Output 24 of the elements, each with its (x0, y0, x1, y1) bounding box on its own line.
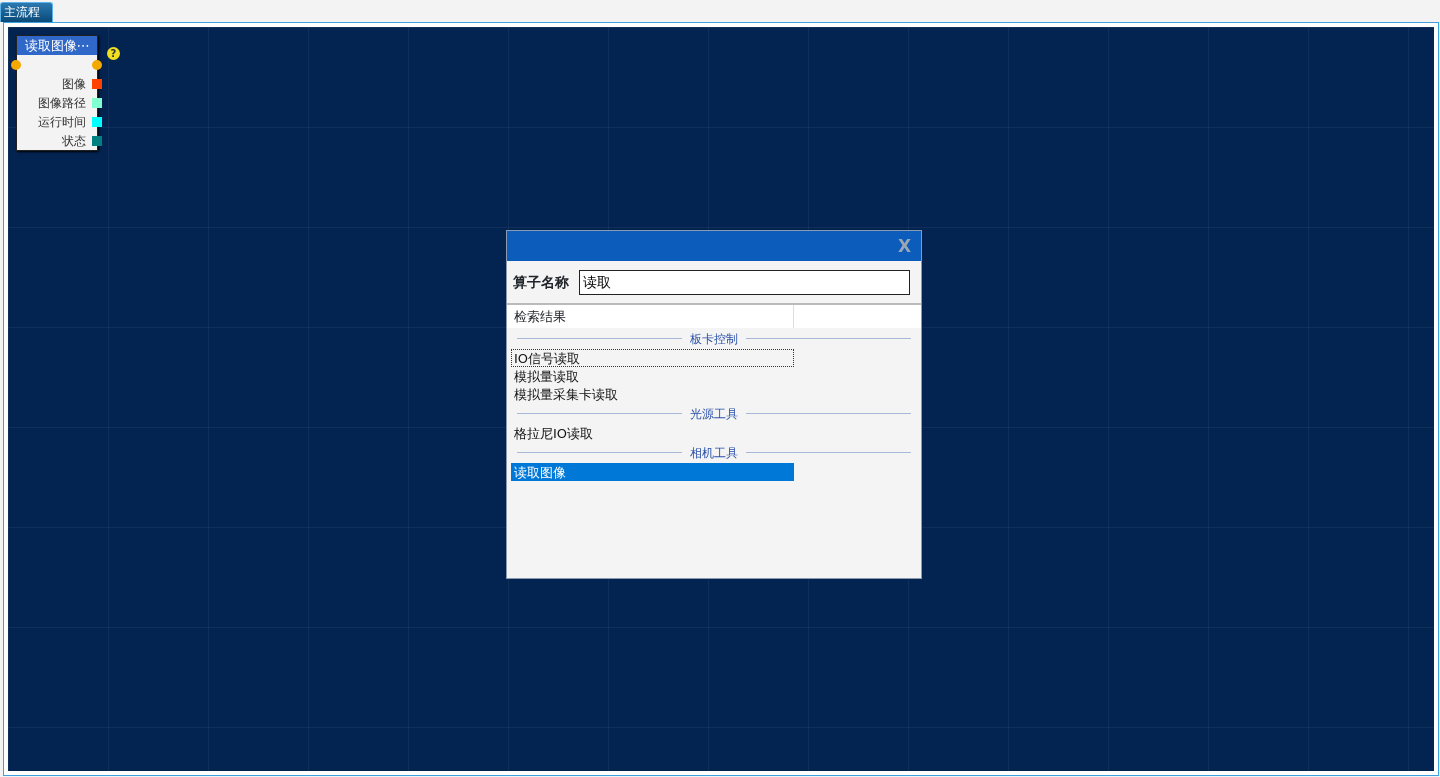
port-label: 状态 (62, 132, 86, 150)
port-label: 图像路径 (38, 94, 86, 112)
search-field[interactable]: 读取 (579, 270, 910, 295)
port-icon[interactable] (92, 78, 102, 89)
node-title: 读取图像⋯ (17, 36, 97, 55)
list-item[interactable]: 读取图像 (511, 463, 794, 481)
port-icon[interactable] (92, 135, 102, 146)
field-label: 算子名称 (513, 273, 569, 292)
port-icon[interactable] (92, 97, 102, 108)
list-item[interactable]: 模拟量采集卡读取 (511, 385, 794, 403)
tab[interactable]: 主流程 (0, 2, 53, 22)
list-item[interactable]: 格拉尼IO读取 (511, 424, 794, 442)
column-header: 检索结果 (507, 305, 794, 328)
port-label: 运行时间 (38, 113, 86, 131)
port-label: 图像 (62, 75, 86, 93)
input-port[interactable] (11, 60, 21, 70)
list-item[interactable]: IO信号读取 (511, 349, 794, 367)
output-port[interactable] (92, 60, 102, 70)
help-icon[interactable]: ? (107, 47, 120, 60)
group-title: 相机工具 (690, 444, 738, 462)
port-icon[interactable] (92, 116, 102, 127)
group-title: 板卡控制 (690, 330, 738, 348)
list-item[interactable]: 模拟量读取 (511, 367, 794, 385)
group-title: 光源工具 (690, 405, 738, 423)
